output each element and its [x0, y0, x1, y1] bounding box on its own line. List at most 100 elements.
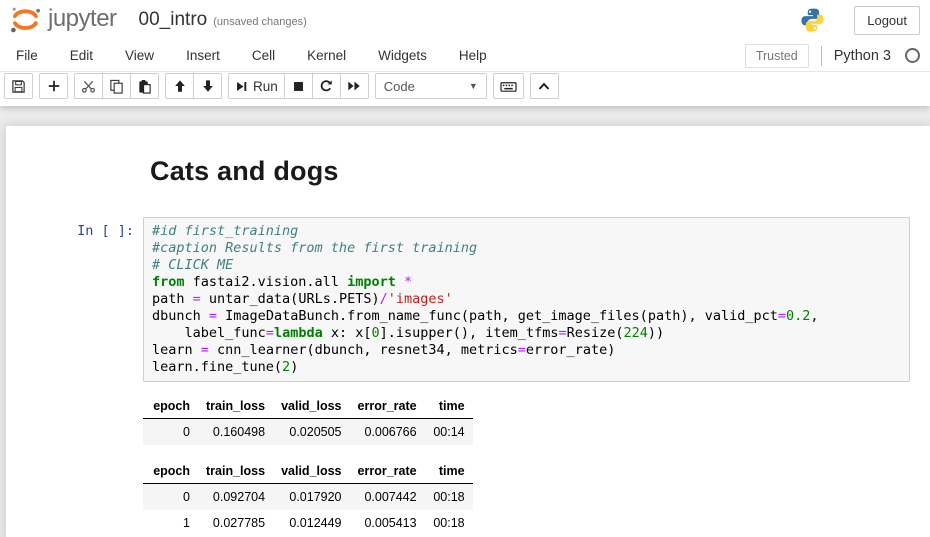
code-input-area[interactable]: #id first_training#caption Results from …	[143, 217, 910, 382]
notebook-site: Cats and dogs In [ ]: #id first_training…	[0, 106, 930, 537]
column-header-valid_loss: valid_loss	[273, 396, 349, 419]
table-cell: 0	[143, 484, 198, 511]
table-row: 10.0277850.0124490.00541300:18	[143, 510, 473, 536]
column-header-epoch: epoch	[143, 396, 198, 419]
table-header-row: epochtrain_lossvalid_losserror_ratetime	[143, 396, 473, 419]
menu-item-help[interactable]: Help	[443, 42, 503, 69]
output-area-2: epochtrain_lossvalid_losserror_ratetime0…	[143, 461, 930, 536]
table-cell: 00:14	[425, 419, 473, 446]
table-cell: 0.017920	[273, 484, 349, 511]
jupyter-logo-icon	[8, 4, 42, 36]
title-bar: jupyter 00_intro (unsaved changes) Logou…	[0, 0, 930, 40]
table-header-row: epochtrain_lossvalid_losserror_ratetime	[143, 461, 473, 484]
chevron-up-icon	[537, 80, 551, 93]
kernel-name: Python 3	[834, 48, 891, 64]
paste-cell-button[interactable]	[130, 73, 159, 99]
table-cell: 1	[143, 510, 198, 536]
code-line: learn.fine_tune(2)	[152, 359, 901, 376]
menu-item-kernel[interactable]: Kernel	[291, 42, 362, 69]
column-header-valid_loss: valid_loss	[273, 461, 349, 484]
checkpoint-status: (unsaved changes)	[213, 16, 307, 28]
notebook-title[interactable]: 00_intro	[139, 9, 208, 31]
notebook-container: Cats and dogs In [ ]: #id first_training…	[6, 126, 930, 537]
training-results-table: epochtrain_lossvalid_losserror_ratetime0…	[143, 461, 473, 536]
save-icon	[11, 79, 26, 94]
code-line: #caption Results from the first training	[152, 240, 901, 257]
run-cell-button[interactable]: Run	[228, 73, 285, 99]
markdown-cell[interactable]: Cats and dogs	[6, 156, 930, 187]
output-area-1: epochtrain_lossvalid_losserror_ratetime0…	[143, 396, 930, 445]
table-cell: 0.007442	[350, 484, 425, 511]
run-button-label: Run	[253, 79, 278, 94]
table-cell: 00:18	[425, 510, 473, 536]
plus-icon	[47, 79, 61, 93]
table-row: 00.0927040.0179200.00744200:18	[143, 484, 473, 511]
restart-kernel-button[interactable]	[312, 73, 341, 99]
menu-item-file[interactable]: File	[0, 42, 54, 69]
column-header-epoch: epoch	[143, 461, 198, 484]
keyboard-icon	[500, 79, 517, 94]
column-header-error_rate: error_rate	[350, 461, 425, 484]
table-cell: 0.027785	[198, 510, 273, 536]
code-line: # CLICK ME	[152, 257, 901, 274]
code-line: #id first_training	[152, 223, 901, 240]
logout-button[interactable]: Logout	[854, 6, 920, 35]
jupyter-logo[interactable]: jupyter	[8, 4, 117, 36]
column-header-time: time	[425, 396, 473, 419]
table-cell: 0.020505	[273, 419, 349, 446]
table-cell: 00:18	[425, 484, 473, 511]
table-cell: 0.006766	[350, 419, 425, 446]
chevron-down-icon: ▼	[469, 81, 478, 91]
fast-forward-icon	[347, 79, 361, 93]
menu-item-edit[interactable]: Edit	[54, 42, 109, 69]
table-cell: 0.160498	[198, 419, 273, 446]
cell-type-value: Code	[384, 79, 415, 94]
menu-item-widgets[interactable]: Widgets	[362, 42, 443, 69]
header: jupyter 00_intro (unsaved changes) Logou…	[0, 0, 930, 106]
stop-icon	[292, 80, 305, 93]
refresh-icon	[319, 79, 333, 93]
jupyter-logo-text: jupyter	[48, 5, 117, 33]
restart-run-all-button[interactable]	[340, 73, 369, 99]
column-header-error_rate: error_rate	[350, 396, 425, 419]
column-header-train_loss: train_loss	[198, 396, 273, 419]
scroll-outputs-button[interactable]	[530, 73, 559, 99]
code-line: path = untar_data(URLs.PETS)/'images'	[152, 291, 901, 308]
cut-cell-button[interactable]	[74, 73, 103, 99]
toolbar: Run Code ▼	[0, 72, 930, 106]
code-line: from fastai2.vision.all import *	[152, 274, 901, 291]
column-header-train_loss: train_loss	[198, 461, 273, 484]
cell-prompt: In [ ]:	[6, 217, 143, 239]
training-results-table: epochtrain_lossvalid_losserror_ratetime0…	[143, 396, 473, 445]
table-cell: 0.092704	[198, 484, 273, 511]
code-line: label_func=lambda x: x[0].isupper(), ite…	[152, 325, 901, 342]
table-cell: 0.012449	[273, 510, 349, 536]
table-cell: 0.005413	[350, 510, 425, 536]
trusted-badge[interactable]: Trusted	[745, 44, 809, 68]
kernel-idle-indicator-icon	[905, 48, 920, 63]
code-cell[interactable]: In [ ]: #id first_training#caption Resul…	[6, 217, 930, 382]
step-forward-icon	[235, 80, 248, 93]
paste-icon	[137, 79, 152, 94]
copy-cell-button[interactable]	[102, 73, 131, 99]
menubar-divider	[821, 46, 822, 66]
python-logo-icon	[799, 7, 826, 33]
table-cell: 0	[143, 419, 198, 446]
move-cell-up-button[interactable]	[165, 73, 194, 99]
notebook-heading: Cats and dogs	[150, 156, 930, 187]
open-command-palette-button[interactable]	[493, 73, 524, 99]
scissors-icon	[81, 79, 96, 94]
cell-type-dropdown[interactable]: Code ▼	[375, 73, 487, 99]
add-cell-button[interactable]	[39, 73, 68, 99]
move-cell-down-button[interactable]	[193, 73, 222, 99]
save-button[interactable]	[4, 73, 33, 99]
menu-item-view[interactable]: View	[109, 42, 170, 69]
menu-bar: FileEditViewInsertCellKernelWidgetsHelp …	[0, 40, 930, 72]
column-header-time: time	[425, 461, 473, 484]
interrupt-kernel-button[interactable]	[284, 73, 313, 99]
code-line: dbunch = ImageDataBunch.from_name_func(p…	[152, 308, 901, 325]
menu-item-cell[interactable]: Cell	[236, 42, 291, 69]
menu-item-insert[interactable]: Insert	[170, 42, 236, 69]
table-row: 00.1604980.0205050.00676600:14	[143, 419, 473, 446]
arrow-up-icon	[173, 79, 187, 93]
